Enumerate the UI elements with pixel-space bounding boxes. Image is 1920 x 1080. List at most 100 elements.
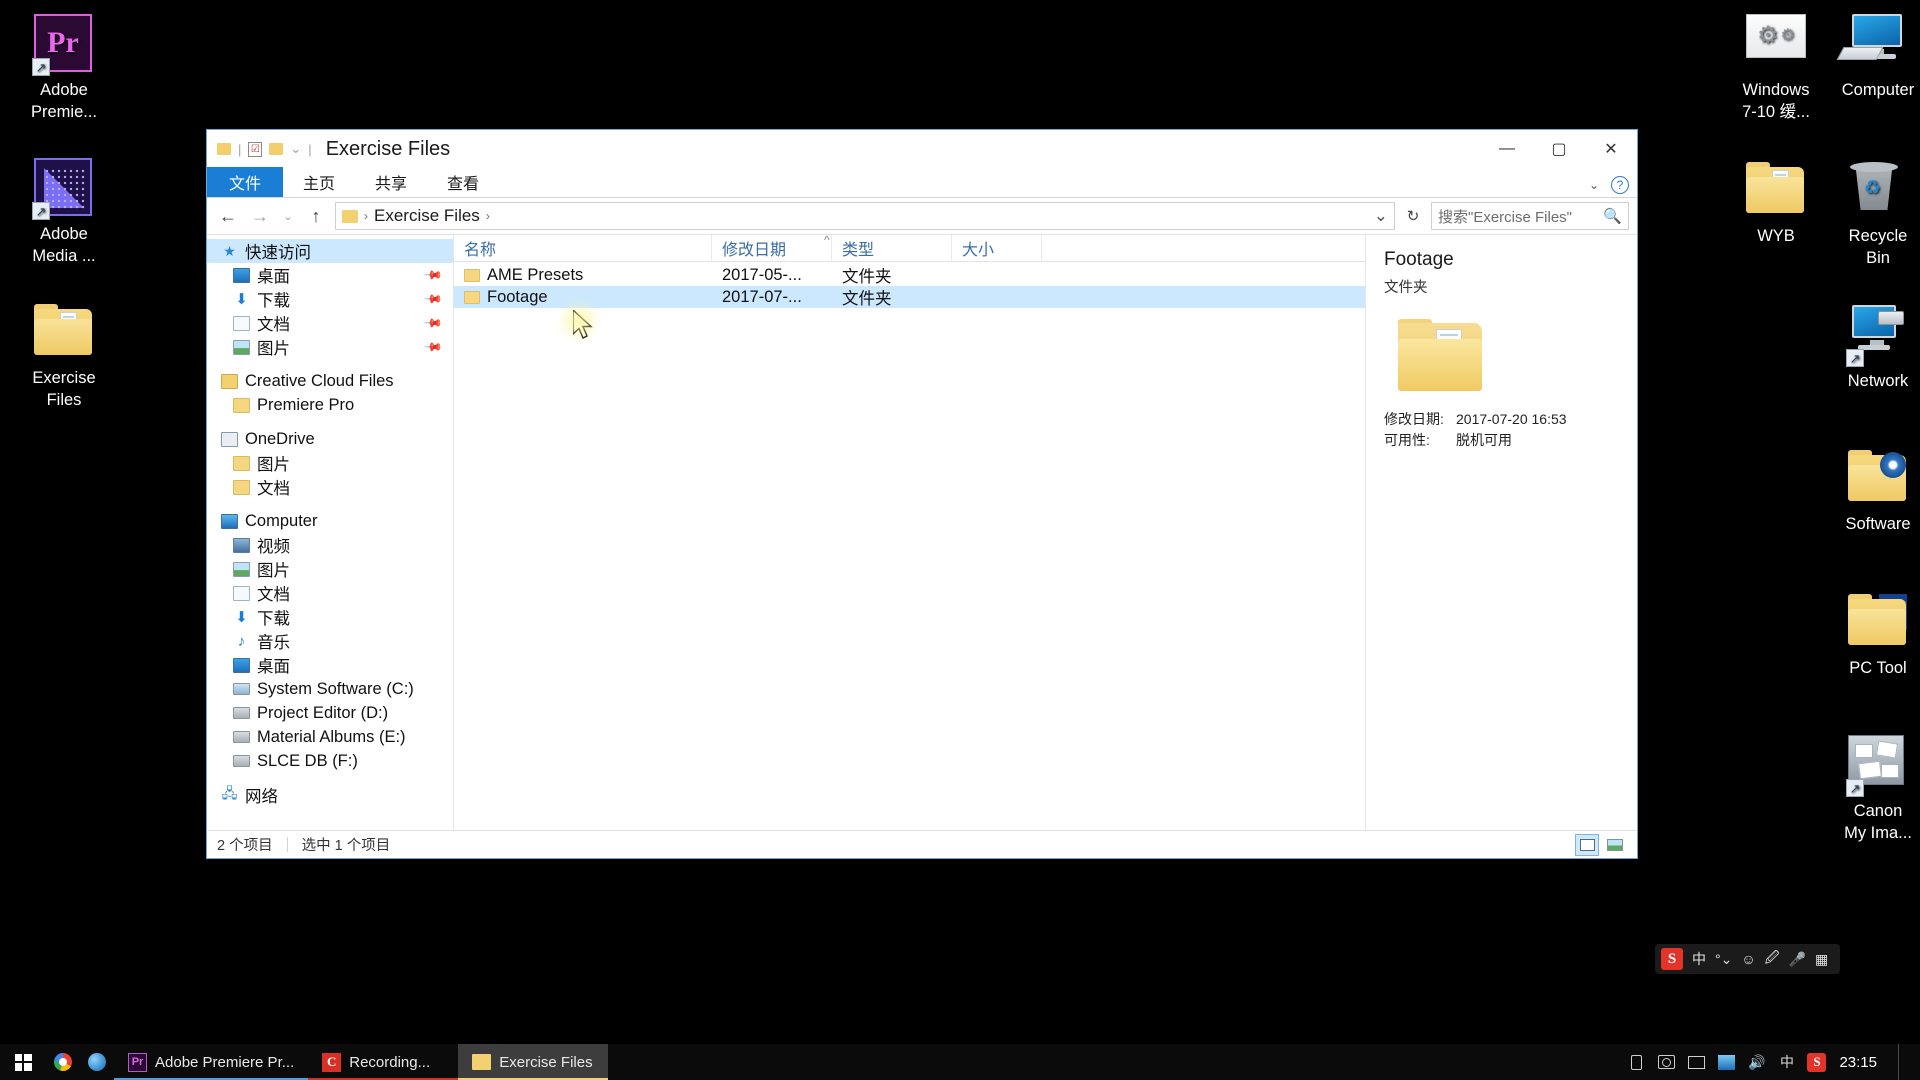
sidebar-item-label: 文档	[257, 586, 290, 604]
folder-icon[interactable]	[217, 143, 231, 155]
large-icons-view-button[interactable]	[1603, 834, 1627, 856]
usb-icon[interactable]	[1627, 1053, 1646, 1072]
sogou-icon[interactable]: S	[1661, 948, 1683, 970]
forward-button[interactable]: →	[247, 203, 273, 229]
ime-toolbar[interactable]: S 中 °⌄ ☺ 🖉 🎤 ▦	[1655, 944, 1840, 974]
desktop-icon-adobe-media-encoder[interactable]: ↗ Adobe Media ...	[6, 158, 122, 267]
bluetooth-icon[interactable]	[1717, 1053, 1736, 1072]
desktop-icon-network[interactable]: ↗ Network	[1820, 305, 1920, 392]
refresh-button[interactable]: ↻	[1401, 203, 1425, 229]
tab-view[interactable]: 查看	[427, 167, 499, 197]
sidebar-item-computer[interactable]: Computer	[207, 509, 453, 533]
taskbar-item-exercise-files[interactable]: Exercise Files	[458, 1044, 609, 1080]
window-controls[interactable]: — ▢ ✕	[1481, 130, 1637, 168]
clock[interactable]: 23:15	[1839, 1054, 1877, 1071]
divider: |	[308, 141, 312, 157]
desktop-icon-windows-cache[interactable]: ⚙ ⚙ Windows 7-10 缓...	[1718, 14, 1834, 123]
desktop-icon-recycle-bin[interactable]: ♻ Recycle Bin	[1820, 160, 1920, 269]
column-headers: 名称 修改日期 类型 大小 ^	[454, 233, 1365, 262]
desktop-icon-software[interactable]: Software	[1820, 448, 1920, 535]
sidebar-item-onedrive-pictures[interactable]: 图片	[207, 451, 453, 475]
minimize-button[interactable]: —	[1481, 130, 1533, 168]
desktop-icon-computer[interactable]: Computer	[1820, 14, 1920, 101]
properties-icon[interactable]: ☑	[248, 141, 263, 157]
taskbar-item-premiere[interactable]: Pr Adobe Premiere Pr...	[114, 1044, 309, 1080]
column-header-size[interactable]: 大小	[952, 234, 1042, 262]
sogou-icon[interactable]: S	[1807, 1052, 1827, 1072]
start-button[interactable]	[0, 1044, 46, 1080]
ime-mode-chinese[interactable]: 中	[1692, 949, 1706, 969]
back-button[interactable]: ←	[215, 203, 241, 229]
maximize-button[interactable]: ▢	[1533, 130, 1585, 168]
sidebar-item-network[interactable]: 🖧 网络	[207, 783, 453, 807]
taskbar-ie-button[interactable]	[80, 1044, 114, 1080]
sidebar-item-downloads[interactable]: ⬇ 下载 📌	[207, 287, 453, 311]
ime-toolbox-icon[interactable]: ▦	[1815, 951, 1828, 968]
navigation-pane[interactable]: ★ 快速访问 桌面 📌 ⬇ 下载 📌 文档 📌 图片 📌 Creative Cl…	[207, 235, 454, 830]
expand-ribbon-icon[interactable]: ⌄	[1589, 178, 1599, 192]
sidebar-item-drive-d[interactable]: Project Editor (D:)	[207, 701, 453, 725]
divider	[286, 837, 288, 852]
search-input[interactable]: 搜索"Exercise Files" 🔍	[1431, 202, 1629, 230]
sidebar-item-documents[interactable]: 文档 📌	[207, 311, 453, 335]
ime-cn-icon[interactable]: 中	[1777, 1053, 1796, 1072]
taskbar-item-recording[interactable]: C Recording...	[308, 1044, 459, 1080]
close-button[interactable]: ✕	[1585, 130, 1637, 168]
show-desktop-button[interactable]	[1898, 1044, 1906, 1080]
sidebar-item-computer-downloads[interactable]: ⬇ 下载	[207, 605, 453, 629]
ime-emoji-icon[interactable]: ☺	[1741, 951, 1755, 967]
desktop-icon-adobe-premiere[interactable]: Pr ↗ Adobe Premie...	[6, 14, 122, 123]
table-row[interactable]: AME Presets 2017-05-... 文件夹	[454, 264, 1365, 286]
sidebar-item-music[interactable]: ♪ 音乐	[207, 629, 453, 653]
column-header-date[interactable]: 修改日期	[712, 234, 832, 262]
sidebar-item-computer-pictures[interactable]: 图片	[207, 557, 453, 581]
sidebar-item-desktop[interactable]: 桌面 📌	[207, 263, 453, 287]
sidebar-item-videos[interactable]: 视频	[207, 533, 453, 557]
tab-share[interactable]: 共享	[355, 167, 427, 197]
sidebar-item-quick-access[interactable]: ★ 快速访问	[207, 239, 453, 263]
breadcrumb-separator[interactable]: ›	[486, 209, 490, 223]
network-monitor-icon[interactable]	[1687, 1053, 1706, 1072]
ime-handwriting-icon[interactable]: 🖉	[1765, 947, 1780, 971]
sidebar-item-drive-e[interactable]: Material Albums (E:)	[207, 725, 453, 749]
shortcut-arrow-icon: ↗	[32, 202, 50, 220]
desktop-icon-pc-tool[interactable]: S PC Tool	[1820, 592, 1920, 679]
sidebar-item-drive-f[interactable]: SLCE DB (F:)	[207, 749, 453, 773]
sidebar-item-pictures[interactable]: 图片 📌	[207, 335, 453, 359]
column-header-name[interactable]: 名称	[454, 234, 712, 262]
sidebar-item-drive-c[interactable]: System Software (C:)	[207, 677, 453, 701]
volume-icon[interactable]: 🔊	[1747, 1053, 1766, 1072]
pictures-icon	[233, 561, 250, 577]
search-icon: 🔍	[1603, 208, 1622, 225]
taskbar-chrome-button[interactable]	[46, 1044, 80, 1080]
quick-access-toolbar[interactable]: | ☑ ⌄ |	[207, 141, 312, 157]
help-button[interactable]: ?	[1611, 176, 1629, 194]
sidebar-item-premiere-pro[interactable]: Premiere Pro	[207, 393, 453, 417]
breadcrumb-item[interactable]: Exercise Files	[374, 206, 480, 226]
customize-chevron-icon[interactable]: ⌄	[290, 141, 301, 157]
sidebar-item-computer-desktop[interactable]: 桌面	[207, 653, 453, 677]
sidebar-item-label: Project Editor (D:)	[257, 703, 389, 722]
sidebar-item-onedrive-documents[interactable]: 文档	[207, 475, 453, 499]
desktop-icon-label: Exercise Files	[32, 369, 96, 409]
tab-home[interactable]: 主页	[283, 167, 355, 197]
sidebar-item-computer-documents[interactable]: 文档	[207, 581, 453, 605]
title-bar[interactable]: | ☑ ⌄ | Exercise Files — ▢ ✕	[207, 130, 1637, 168]
tab-file[interactable]: 文件	[207, 167, 284, 197]
sidebar-item-onedrive[interactable]: OneDrive	[207, 427, 453, 451]
breadcrumb[interactable]: › Exercise Files › ⌄	[335, 202, 1395, 230]
up-button[interactable]: ↑	[303, 203, 329, 229]
camera-icon[interactable]	[1657, 1053, 1676, 1072]
desktop-icon-wyb[interactable]: WYB	[1718, 160, 1834, 247]
desktop-icon-exercise-files[interactable]: Exercise Files	[6, 302, 122, 411]
details-view-button[interactable]	[1575, 833, 1599, 856]
desktop-icon-canon-my-image-garden[interactable]: ↗ Canon My Ima...	[1820, 735, 1920, 844]
new-folder-icon[interactable]	[269, 143, 284, 155]
ime-voice-icon[interactable]: 🎤	[1789, 951, 1806, 968]
column-header-type[interactable]: 类型	[832, 234, 952, 262]
ime-punctuation-icon[interactable]: °⌄	[1715, 951, 1732, 968]
recent-locations-button[interactable]: ⌄	[279, 203, 297, 229]
breadcrumb-dropdown-icon[interactable]: ⌄	[1374, 206, 1388, 226]
sidebar-item-label: 图片	[257, 340, 290, 358]
sidebar-item-creative-cloud-files[interactable]: Creative Cloud Files	[207, 369, 453, 393]
